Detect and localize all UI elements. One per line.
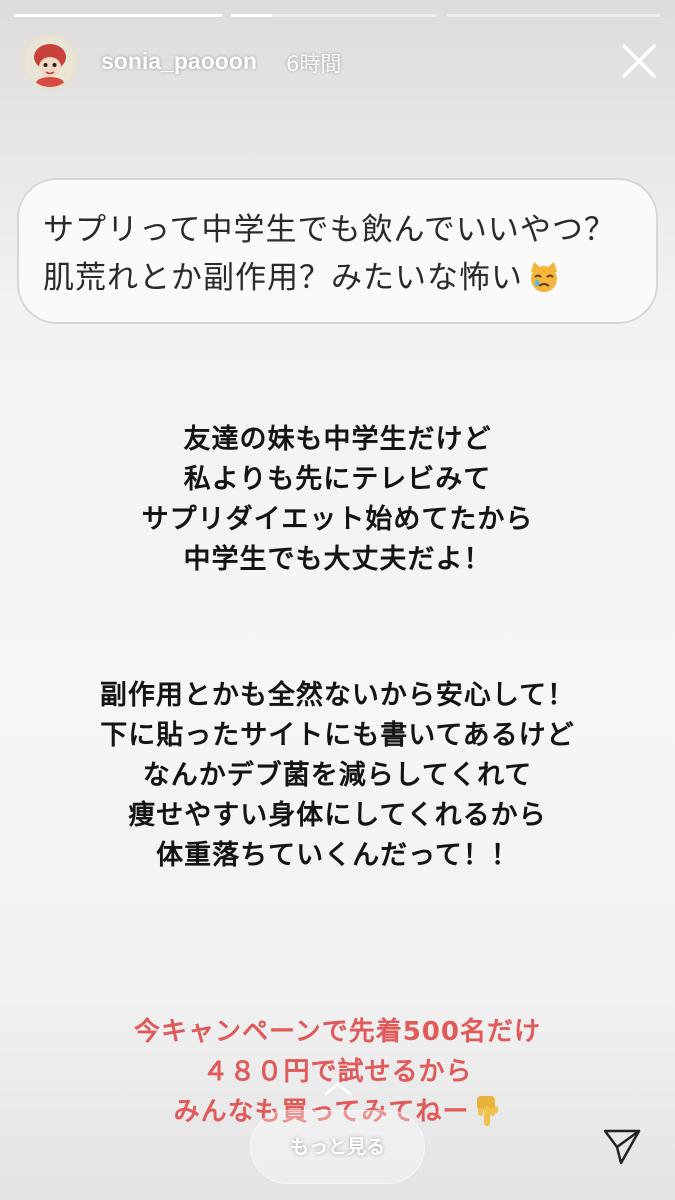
post-timestamp: 6時間	[286, 52, 342, 76]
username[interactable]: sonia_paooon	[101, 48, 257, 75]
avatar[interactable]	[22, 34, 78, 90]
text-line: 体重落ちていくんだって！！	[156, 840, 519, 871]
pointing-down-hand-icon	[473, 1094, 501, 1140]
text-line: サプリダイエット始めてたから	[141, 504, 534, 535]
question-sticker: サプリって中学生でも飲んでいいやつ？ 肌荒れとか副作用？みたいな怖い	[17, 178, 658, 324]
question-line: サプリって中学生でも飲んでいいやつ？	[43, 212, 616, 248]
story-text-paragraph-2: 副作用とかも全然ないから安心して！ 下に貼ったサイトにも書いてあるけど なんかデ…	[0, 676, 675, 876]
text-line: 副作用とかも全然ないから安心して！	[99, 680, 576, 711]
story-viewer[interactable]: sonia_paooon 6時間 サプリって中学生でも飲んでいいやつ？ 肌荒れと…	[0, 0, 675, 1200]
share-button[interactable]	[601, 1126, 643, 1168]
story-text-paragraph-1: 友達の妹も中学生だけど 私よりも先にテレビみて サプリダイエット始めてたから 中…	[0, 420, 675, 580]
question-line: 肌荒れとか副作用？みたいな怖い	[43, 254, 626, 308]
text-line: 下に貼ったサイトにも書いてあるけど	[100, 720, 575, 751]
question-line-text: 肌荒れとか副作用？みたいな怖い	[43, 260, 523, 296]
text-line: なんかデブ菌を減らしてくれて	[142, 760, 533, 791]
story-progress-segment-3	[447, 14, 660, 17]
text-line: 中学生でも大丈夫だよ！	[183, 544, 492, 575]
crying-cat-icon	[527, 260, 561, 308]
swipe-up-affordance[interactable]	[322, 1080, 354, 1098]
send-icon	[603, 1129, 641, 1165]
progress-fill	[14, 14, 222, 17]
chevron-up-icon	[324, 1082, 352, 1096]
text-line: 痩せやすい身体にしてくれるから	[128, 800, 547, 831]
story-progress-segment-1	[14, 14, 222, 17]
cartoon-character-avatar-icon	[25, 37, 75, 87]
close-icon	[622, 44, 656, 78]
text-line: 友達の妹も中学生だけど	[183, 424, 492, 455]
see-more-button[interactable]: もっと見る	[250, 1110, 425, 1184]
story-progress-segment-2	[231, 14, 437, 17]
text-line: 私よりも先にテレビみて	[183, 464, 492, 495]
campaign-line: 今キャンペーンで先着500名だけ	[134, 1017, 541, 1047]
close-button[interactable]	[616, 38, 662, 84]
progress-fill	[231, 14, 273, 17]
